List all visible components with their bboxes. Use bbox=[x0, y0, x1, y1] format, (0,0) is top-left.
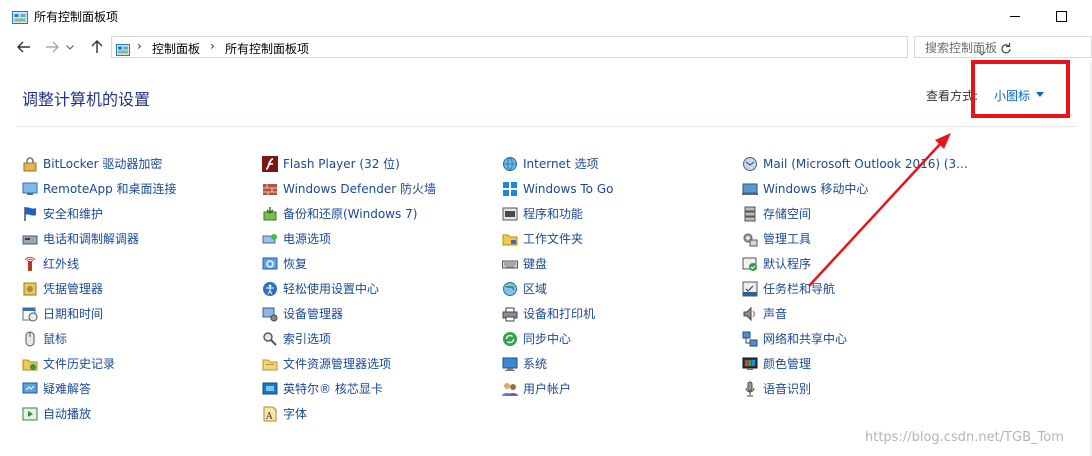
annotation-arrow bbox=[808, 133, 951, 287]
watermark-text: https://blog.csdn.net/TGB_Tom bbox=[865, 430, 1064, 445]
